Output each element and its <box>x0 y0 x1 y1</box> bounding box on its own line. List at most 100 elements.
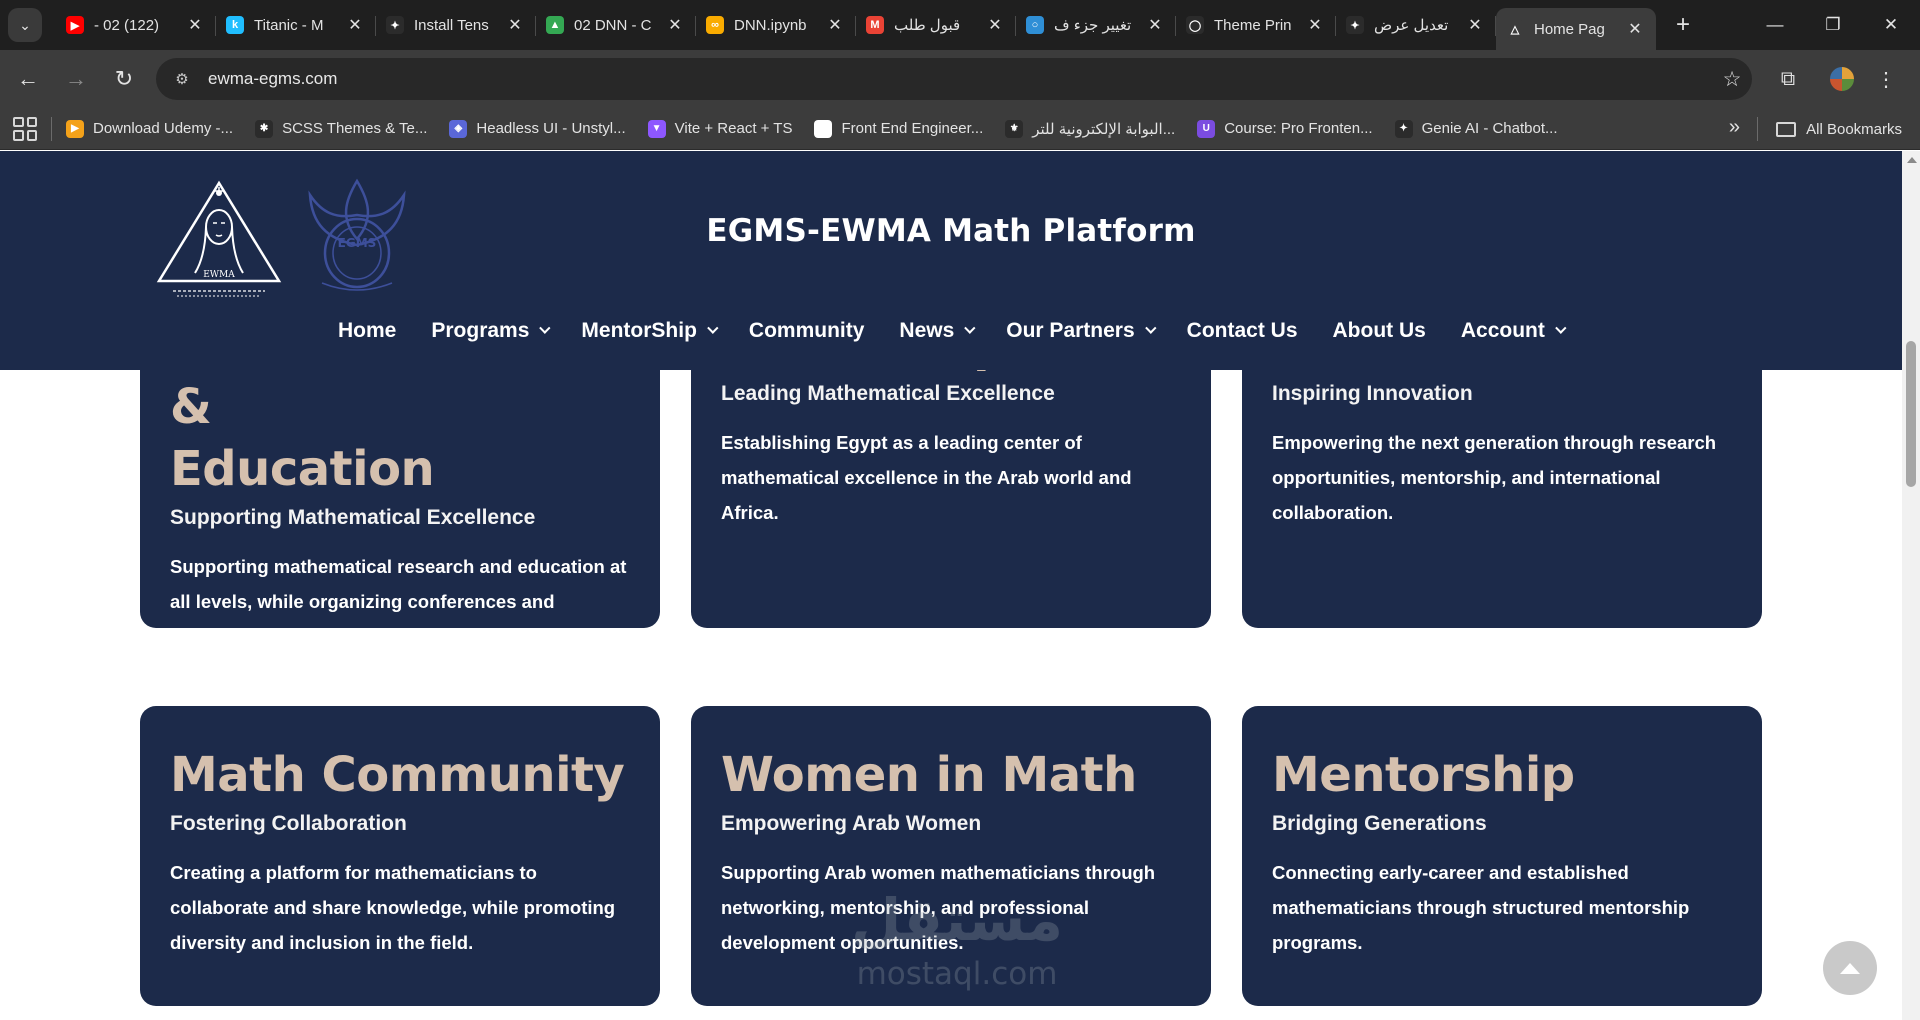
address-bar[interactable]: ⚙ ewma-egms.com ☆ <box>156 58 1752 100</box>
bookmark-label: Front End Engineer... <box>841 120 984 137</box>
colab-icon: ∞ <box>706 16 724 34</box>
bookmark-item[interactable]: ✱ SCSS Themes & Te... <box>255 119 428 138</box>
close-tab-icon[interactable]: ✕ <box>346 15 364 35</box>
browser-tab[interactable]: ○ تغيير جزء ف ✕ <box>1016 0 1176 50</box>
tab-search-button[interactable]: ⌄ <box>8 8 42 42</box>
ewma-logo-text: EWMA <box>203 270 235 280</box>
nav-item-account[interactable]: Account <box>1460 319 1567 343</box>
forward-button[interactable]: → <box>56 59 96 99</box>
feature-card: Mentorship Bridging Generations Connecting… <box>1242 706 1762 1006</box>
bookmark-item[interactable]: Front End Engineer... <box>814 119 984 138</box>
tab-title: Home Pag <box>1534 20 1605 38</box>
browser-tab[interactable]: ✦ Install Tens ✕ <box>376 0 536 50</box>
apps-grid-icon[interactable] <box>13 116 37 141</box>
feature-card: Math Community Fostering Collaboration Cre… <box>140 706 660 1006</box>
scrollbar-thumb[interactable] <box>1906 341 1916 487</box>
bookmark-item[interactable]: ◈ Headless UI - Unstyl... <box>449 119 626 138</box>
browser-toolbar: ← → ↻ ⚙ ewma-egms.com ☆ ⧉ ⋮ <box>0 50 1920 108</box>
nav-item-label: Account <box>1460 319 1545 342</box>
nav-item-home[interactable]: Home <box>338 319 396 343</box>
nav-item-label: MentorShip <box>581 319 697 342</box>
close-tab-icon[interactable]: ✕ <box>186 15 204 35</box>
chevron-down-icon <box>964 322 976 334</box>
nav-item-label: Programs <box>431 319 530 342</box>
browser-tab[interactable]: △ Home Pag ✕ <box>1496 8 1656 50</box>
nav-item-community[interactable]: Community <box>749 319 865 343</box>
bookmark-item[interactable]: ▶ Download Udemy -... <box>66 119 234 138</box>
nav-item-programs[interactable]: Programs <box>431 319 551 343</box>
browser-tab[interactable]: ◯ Theme Prin ✕ <box>1176 0 1336 50</box>
close-tab-icon[interactable]: ✕ <box>1466 15 1484 35</box>
site-info-icon[interactable]: ⚙ <box>170 67 194 91</box>
close-tab-icon[interactable]: ✕ <box>1146 15 1164 35</box>
arrow-up-icon <box>1840 962 1860 974</box>
close-tab-icon[interactable]: ✕ <box>1626 19 1644 39</box>
nav-item-news[interactable]: News <box>899 319 976 343</box>
course-icon: U <box>1197 119 1216 138</box>
bookmark-item[interactable]: U Course: Pro Fronten... <box>1197 119 1373 138</box>
chevron-down-icon <box>539 322 551 334</box>
tab-strip: ⌄ ▶ - 02 (122) ✕ k Titanic - M ✕ ✦ Install Tens… <box>0 0 1920 50</box>
tab-title: Install Tens <box>414 16 489 34</box>
nav-item-contact-us[interactable]: Contact Us <box>1187 319 1298 343</box>
bookmark-list: ▶ Download Udemy -... ✱ SCSS Themes & Te...… <box>66 119 1580 138</box>
more-bookmarks-icon[interactable]: » <box>1729 116 1740 139</box>
browser-tab[interactable]: ▲ 02 DNN - C ✕ <box>536 0 696 50</box>
card-body: Supporting mathematical research and edu… <box>170 556 627 647</box>
chevron-down-icon <box>1144 322 1157 334</box>
tab-title: DNN.ipynb <box>734 16 807 34</box>
browser-tab[interactable]: k Titanic - M ✕ <box>216 0 376 50</box>
browser-tab[interactable]: M قبول طلب ✕ <box>856 0 1016 50</box>
restore-button[interactable]: ❐ <box>1804 0 1862 50</box>
all-bookmarks-button[interactable]: All Bookmarks <box>1776 108 1902 150</box>
browser-tab[interactable]: ✦ تعديل عرض ✕ <box>1336 0 1496 50</box>
scroll-up-arrow-icon[interactable] <box>1907 157 1917 163</box>
vercel-icon: △ <box>1506 20 1524 38</box>
card-subtitle: Empowering Arab Women <box>721 812 982 835</box>
close-tab-icon[interactable]: ✕ <box>666 15 684 35</box>
bookmark-label: Download Udemy -... <box>93 120 234 137</box>
nav-item-our-partners[interactable]: Our Partners <box>1006 319 1157 343</box>
bookmark-label: SCSS Themes & Te... <box>282 120 428 137</box>
browser-menu-icon[interactable]: ⋮ <box>1864 59 1908 99</box>
back-to-top-button[interactable] <box>1823 941 1877 995</box>
url-text[interactable]: ewma-egms.com <box>208 69 1712 89</box>
profile-avatar[interactable] <box>1820 59 1864 99</box>
page-scrollbar[interactable] <box>1902 151 1920 1020</box>
bookmark-label: البوابة الإلكترونية للتر... <box>1032 120 1176 138</box>
nav-item-label: About Us <box>1332 319 1426 342</box>
new-tab-button[interactable]: + <box>1666 8 1700 42</box>
nav-item-mentorship[interactable]: MentorShip <box>581 319 719 343</box>
close-tab-icon[interactable]: ✕ <box>826 15 844 35</box>
close-tab-icon[interactable]: ✕ <box>986 15 1004 35</box>
browser-tab[interactable]: ▶ - 02 (122) ✕ <box>56 0 216 50</box>
browser-tab[interactable]: ∞ DNN.ipynb ✕ <box>696 0 856 50</box>
tab-list: ▶ - 02 (122) ✕ k Titanic - M ✕ ✦ Install Tens ✕ ▲… <box>56 0 1656 50</box>
bookmark-item[interactable]: ▼ Vite + React + TS <box>647 119 792 138</box>
genie-icon: ✦ <box>1394 119 1413 138</box>
back-button[interactable]: ← <box>8 59 48 99</box>
bookmark-star-icon[interactable]: ☆ <box>1712 67 1752 92</box>
minimize-button[interactable]: — <box>1746 0 1804 50</box>
folder-icon <box>1776 121 1797 137</box>
nav-item-label: Our Partners <box>1006 319 1135 342</box>
chevron-down-icon <box>1555 322 1567 334</box>
card-subtitle: Inspiring Innovation <box>1272 382 1473 405</box>
reload-button[interactable]: ↻ <box>104 59 144 99</box>
udemy-icon: ▶ <box>66 119 84 138</box>
close-tab-icon[interactable]: ✕ <box>1306 15 1324 35</box>
bookmark-item[interactable]: ⚜ البوابة الإلكترونية للتر... <box>1005 119 1176 138</box>
close-tab-icon[interactable]: ✕ <box>506 15 524 35</box>
google-drive-icon: ▲ <box>546 16 564 34</box>
tab-title: - 02 (122) <box>94 16 160 34</box>
feature-card: Women in Math Empowering Arab Women Suppor… <box>691 706 1211 1006</box>
page-viewport: EWMA EGMS EGMS-EWMA Math Platform Home Pr… <box>0 151 1902 1020</box>
close-window-button[interactable]: ✕ <box>1862 0 1920 50</box>
extensions-icon[interactable]: ⧉ <box>1766 59 1810 99</box>
bookmarks-divider <box>51 116 52 141</box>
github-icon: ◯ <box>1186 16 1204 34</box>
nav-item-label: News <box>899 319 955 342</box>
nav-item-about-us[interactable]: About Us <box>1333 319 1426 343</box>
bookmark-item[interactable]: ✦ Genie AI - Chatbot... <box>1394 119 1558 138</box>
chatgpt-icon: ✦ <box>1346 16 1364 34</box>
